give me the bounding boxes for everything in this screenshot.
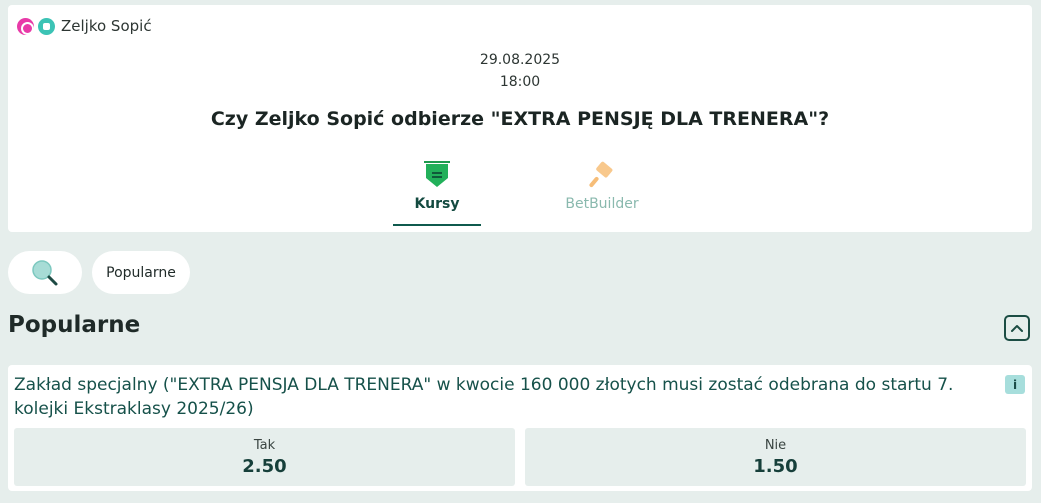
collapse-button[interactable] [1004, 315, 1030, 341]
tab-betbuilder[interactable]: BetBuilder [558, 160, 646, 226]
event-date: 29.08.2025 [479, 52, 561, 68]
tab-kursy[interactable]: Kursy [393, 160, 481, 226]
odds-tag-icon [424, 161, 450, 187]
outcome-label: Nie [764, 437, 787, 453]
tab-label: BetBuilder [565, 196, 639, 212]
event-time: 18:00 [499, 74, 541, 90]
event-header-card: Zeljko Sopić 29.08.2025 18:00 Czy Zeljko… [8, 5, 1032, 232]
hammer-icon [589, 161, 613, 188]
market-description: Zakład specjalny ("EXTRA PENSJA DLA TREN… [14, 375, 954, 419]
participant-row: Zeljko Sopić [17, 16, 152, 36]
info-button[interactable]: i [1005, 375, 1025, 394]
section-heading: Popularne [8, 312, 141, 338]
category-badge-icon [38, 17, 55, 35]
outcome-odds: 1.50 [753, 455, 798, 477]
outcome-label: Tak [253, 437, 276, 453]
market-card: Zakład specjalny ("EXTRA PENSJA DLA TREN… [8, 365, 1032, 491]
participant-name: Zeljko Sopić [61, 17, 152, 35]
event-title: Czy Zeljko Sopić odbierze "EXTRA PENSJĘ … [210, 108, 830, 130]
filter-chip-popularne[interactable]: Popularne [92, 251, 190, 294]
search-button[interactable] [8, 251, 82, 294]
tab-label: Kursy [414, 196, 460, 212]
search-icon [32, 259, 58, 285]
outcome-odds: 2.50 [242, 455, 287, 477]
chevron-up-icon [1011, 325, 1023, 332]
sport-badge-icon [17, 17, 34, 35]
odds-button-nie[interactable]: Nie 1.50 [525, 428, 1026, 486]
odds-button-tak[interactable]: Tak 2.50 [14, 428, 515, 486]
